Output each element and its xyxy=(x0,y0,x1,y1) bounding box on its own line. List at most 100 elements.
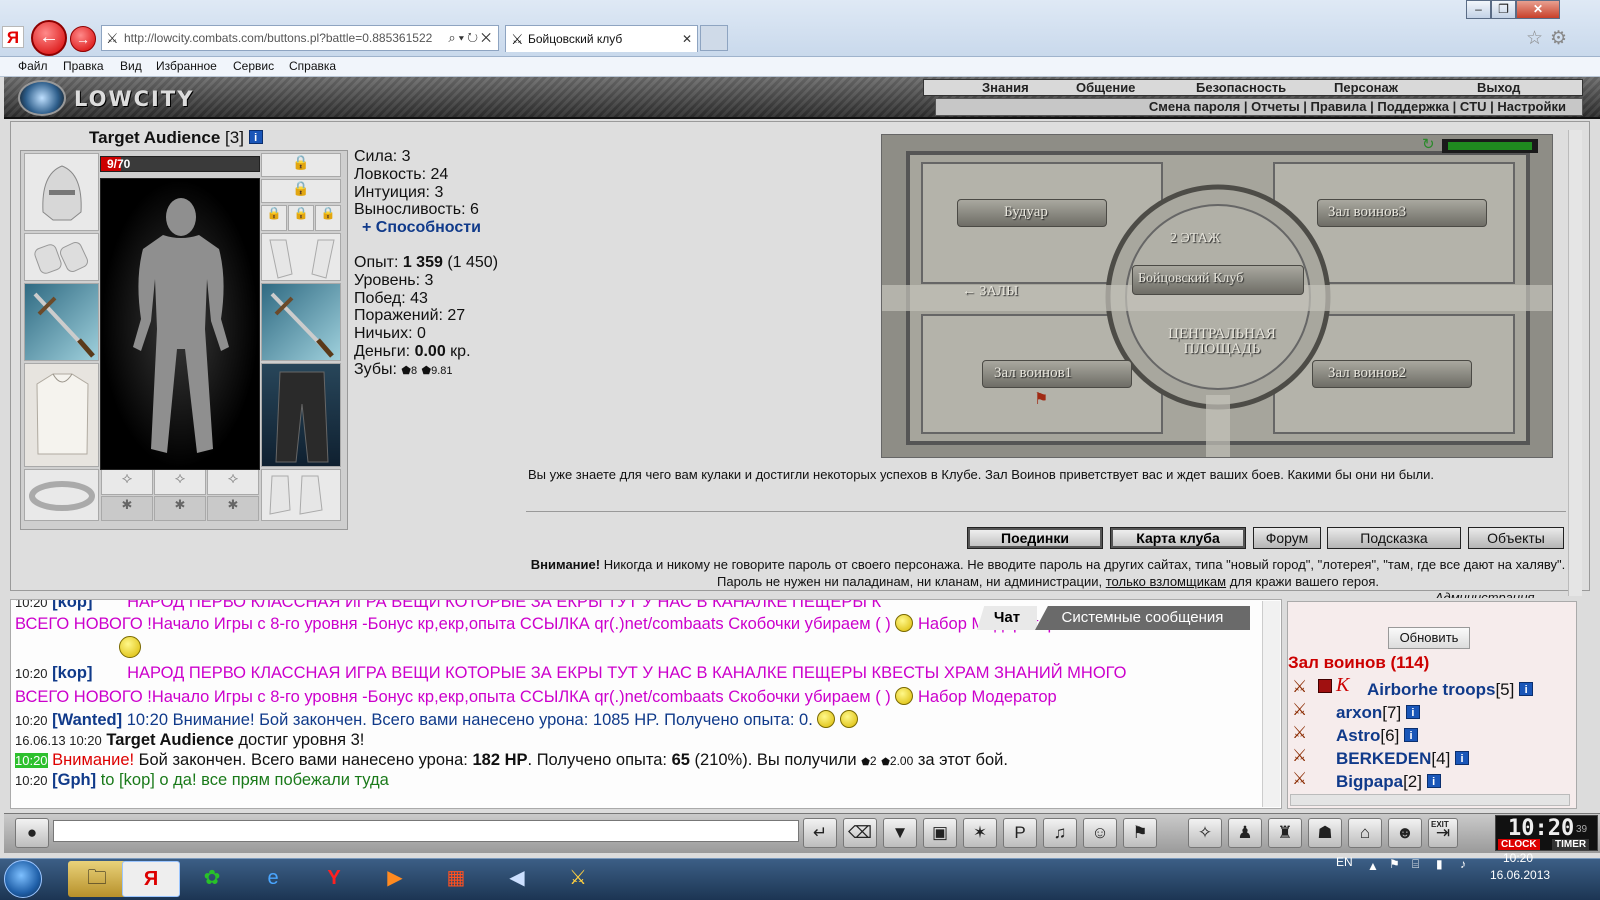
chat-input[interactable] xyxy=(53,820,799,842)
sound-icon[interactable]: ♫ xyxy=(1043,818,1077,848)
info-icon[interactable]: i xyxy=(1455,751,1470,765)
back-button[interactable]: ← xyxy=(31,20,67,56)
house-icon[interactable]: ⌂ xyxy=(1348,818,1382,848)
clear-eraser-icon[interactable]: ⌫ xyxy=(843,818,877,848)
swords-icon[interactable]: ⚔ xyxy=(1292,723,1307,743)
friends-icon[interactable]: ☻ xyxy=(1388,818,1422,848)
icq-flower-icon[interactable]: ✿ xyxy=(183,861,241,897)
menu-tools[interactable]: Сервис xyxy=(233,59,274,73)
yandex-browser-task-icon[interactable]: Я xyxy=(122,861,180,897)
flag-icon[interactable]: ⚑ xyxy=(1389,857,1400,871)
tab-chat[interactable]: Чат xyxy=(977,606,1037,630)
nav-knowledge[interactable]: Знания xyxy=(982,80,1029,96)
gloves-slot[interactable] xyxy=(261,233,341,281)
maximize-button[interactable]: ❐ xyxy=(1491,0,1516,19)
online-user[interactable]: BERKEDEN[4] i xyxy=(1336,749,1470,769)
close-window-button[interactable]: ✕ xyxy=(1516,0,1560,19)
timer-label[interactable]: TIMER xyxy=(1552,839,1590,850)
map-label-square[interactable]: ЦЕНТРАЛЬНАЯ ПЛОЩАДЬ xyxy=(1137,327,1307,357)
menu-help[interactable]: Справка xyxy=(289,59,336,73)
chat-nick[interactable]: [Gph] xyxy=(52,771,96,789)
sub-nav[interactable]: Смена пароля | Отчеты | Правила | Поддер… xyxy=(935,98,1583,116)
tab-close-icon[interactable]: ✕ xyxy=(682,26,692,52)
hint-button[interactable]: Подсказка xyxy=(1327,527,1461,549)
start-button[interactable] xyxy=(4,860,42,898)
mask-icon[interactable]: ☗ xyxy=(1308,818,1342,848)
nav-character[interactable]: Персонаж xyxy=(1334,80,1398,96)
user-name[interactable]: BERKEDEN xyxy=(1336,749,1431,768)
forum-button[interactable]: Форум xyxy=(1253,527,1321,549)
send-enter-icon[interactable]: ↵ xyxy=(803,818,837,848)
volume-app-icon[interactable]: ◀ xyxy=(488,861,546,897)
clock-label[interactable]: CLOCK xyxy=(1498,839,1540,850)
chat-scrollbar[interactable] xyxy=(1262,601,1280,807)
online-hscrollbar[interactable] xyxy=(1290,794,1570,806)
network-icon[interactable]: ▮ xyxy=(1436,857,1443,871)
menu-file[interactable]: Файл xyxy=(18,59,48,73)
info-icon[interactable]: i xyxy=(248,130,263,144)
bracers-slot[interactable] xyxy=(24,233,99,281)
user-name[interactable]: Astro xyxy=(1336,726,1380,745)
chat-nick[interactable]: [Wanted] xyxy=(52,711,122,729)
ie-icon[interactable]: e xyxy=(244,861,302,897)
menu-view[interactable]: Вид xyxy=(120,59,142,73)
swords-icon[interactable]: ⚔ xyxy=(1292,700,1307,720)
fighter-icon[interactable]: ✶ xyxy=(963,818,997,848)
explorer-icon[interactable]: 🗀 xyxy=(68,861,126,897)
club-map-button[interactable]: Карта клуба xyxy=(1110,527,1246,549)
tab-system-messages[interactable]: Системные сообщения xyxy=(1035,606,1250,630)
nav-communication[interactable]: Общение xyxy=(1076,80,1135,96)
objects-button[interactable]: Объекты xyxy=(1468,527,1564,549)
address-bar[interactable]: ⚔ http://lowcity.combats.com/buttons.pl?… xyxy=(101,25,499,51)
online-user[interactable]: Bigpapa[2] i xyxy=(1336,772,1441,792)
menu-favorites[interactable]: Избранное xyxy=(156,59,217,73)
chat-nick[interactable]: [kop] xyxy=(52,664,92,682)
device-icon[interactable]: ⌸ xyxy=(1412,857,1419,872)
speaker-icon[interactable]: ♪ xyxy=(1460,857,1466,871)
refresh-button[interactable]: Обновить xyxy=(1388,627,1470,649)
lang-indicator[interactable]: EN xyxy=(1336,855,1353,869)
spell-slot-1[interactable]: ✱ xyxy=(101,496,153,521)
warning-link[interactable]: только взломщикам xyxy=(1106,574,1226,589)
tray-arrow-icon[interactable]: ▲ xyxy=(1367,859,1379,873)
clan-k-icon[interactable]: K xyxy=(1336,674,1349,697)
browser-tab[interactable]: ⚔ Бойцовский клуб ✕ xyxy=(505,25,698,52)
settings-gear-icon[interactable]: ⚙ xyxy=(1550,27,1567,50)
chat-name[interactable]: Target Audience xyxy=(106,731,233,749)
boots-slot[interactable] xyxy=(261,469,341,521)
forward-button[interactable]: → xyxy=(70,26,96,52)
nav-exit[interactable]: Выход xyxy=(1477,80,1520,96)
chat-mode-icon[interactable]: ● xyxy=(15,818,49,848)
yandex-logo-icon[interactable]: Я xyxy=(2,26,24,48)
bag-icon[interactable]: ♟ xyxy=(1228,818,1262,848)
refresh-map-icon[interactable]: ↻ xyxy=(1422,135,1435,153)
spell-slot-2[interactable]: ✱ xyxy=(154,496,206,521)
office-icon[interactable]: ▦ xyxy=(427,861,485,897)
exit-icon[interactable]: EXIT ⇥ xyxy=(1428,818,1458,848)
character-portrait[interactable] xyxy=(100,178,260,470)
media-player-icon[interactable]: ▶ xyxy=(366,861,424,897)
online-user[interactable]: arxon[7] i xyxy=(1336,703,1420,723)
pants-slot[interactable] xyxy=(261,363,341,467)
minimize-button[interactable]: – xyxy=(1466,0,1491,19)
rune-slot-1[interactable]: ⟡ xyxy=(101,469,153,495)
weapon-right-slot[interactable] xyxy=(261,283,341,361)
favorites-star-icon[interactable]: ☆ xyxy=(1526,27,1543,50)
address-tools-icon[interactable]: ⌕▾↻✕ xyxy=(444,26,494,50)
spell-icon[interactable]: ✧ xyxy=(1188,818,1222,848)
info-icon[interactable]: i xyxy=(1404,728,1419,742)
game-task-icon[interactable]: ⚔ xyxy=(549,861,607,897)
abilities-link[interactable]: + Способности xyxy=(354,219,498,237)
filter-icon[interactable]: ▼ xyxy=(883,818,917,848)
rune-slot-3[interactable]: ⟡ xyxy=(207,469,259,495)
belt-slot[interactable] xyxy=(24,469,99,521)
helmet-slot[interactable] xyxy=(24,153,99,231)
user-name[interactable]: Bigpapa xyxy=(1336,772,1403,791)
duels-button[interactable]: Поединки xyxy=(967,527,1103,549)
info-icon[interactable]: i xyxy=(1519,682,1534,696)
weapon-left-slot[interactable] xyxy=(24,283,99,361)
taskbar-time[interactable]: 10:20 xyxy=(1503,851,1533,865)
smiles-icon[interactable]: ☺ xyxy=(1083,818,1117,848)
info-icon[interactable]: i xyxy=(1426,774,1441,788)
main-scrollbar[interactable] xyxy=(1568,130,1582,596)
